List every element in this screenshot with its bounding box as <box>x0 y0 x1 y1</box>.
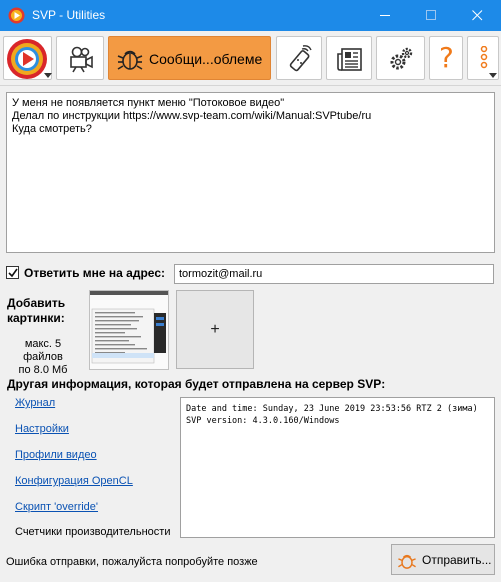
performance-counters-label: Счетчики производительности <box>15 526 171 538</box>
newspaper-icon <box>337 48 362 71</box>
remote-control-icon <box>289 45 312 72</box>
settings-button[interactable] <box>376 36 425 80</box>
link-log[interactable]: Журнал <box>15 397 55 409</box>
svp-app-icon <box>8 7 25 24</box>
add-images-label: Добавить картинки: <box>7 296 65 326</box>
tab-report-problem[interactable]: Сообщи...облеме <box>108 36 271 80</box>
bug-icon <box>117 50 143 70</box>
svp-menu-button[interactable] <box>3 36 52 80</box>
add-images-label-line: Добавить <box>7 296 66 310</box>
toolbar: Сообщи...облеме ? <box>0 31 501 86</box>
chevron-down-icon <box>44 73 52 78</box>
attached-screenshot-thumbnail[interactable] <box>89 290 169 370</box>
link-settings[interactable]: Настройки <box>15 423 69 435</box>
maximize-icon <box>426 10 436 20</box>
attachment-limit-line: по 8.0 Мб <box>18 364 68 376</box>
info-line: SVP version: 4.3.0.160/Windows <box>186 416 340 426</box>
bug-icon <box>398 554 416 569</box>
close-button[interactable] <box>455 0 501 31</box>
svp-logo-icon <box>7 39 47 79</box>
title-bar: SVP - Utilities <box>0 0 501 31</box>
other-info-heading: Другая информация, которая будет отправл… <box>7 377 386 391</box>
reply-checkbox[interactable] <box>6 266 19 279</box>
tab-report-problem-label: Сообщи...облеме <box>149 51 263 67</box>
minimize-icon <box>380 15 390 16</box>
status-message: Ошибка отправки, пожалуйста попробуйте п… <box>6 556 258 568</box>
chevron-down-icon <box>489 73 497 78</box>
message-line: У меня не появляется пункт меню "Потоков… <box>12 97 285 109</box>
attachment-limit-line: макс. 5 файлов <box>23 338 63 363</box>
camera-icon <box>70 46 93 73</box>
window-title: SVP - Utilities <box>32 8 106 22</box>
add-images-label-line: картинки: <box>7 311 65 325</box>
attachment-limit: макс. 5 файлов по 8.0 Мб <box>6 338 80 377</box>
video-button[interactable] <box>56 36 104 80</box>
checkmark-icon <box>8 268 18 278</box>
email-field[interactable] <box>174 264 494 284</box>
screenshot-image <box>90 291 168 369</box>
send-button[interactable]: Отправить... <box>391 544 495 575</box>
add-image-button[interactable]: + <box>176 290 254 369</box>
help-button[interactable]: ? <box>429 36 463 80</box>
more-icon <box>480 46 488 69</box>
utilities-window: SVP - Utilities Сообщи...облеме ? У меня… <box>0 0 501 582</box>
more-menu-button[interactable] <box>467 36 499 80</box>
maximize-button[interactable] <box>409 0 455 31</box>
link-opencl-config[interactable]: Конфигурация OpenCL <box>15 475 133 487</box>
link-video-profiles[interactable]: Профили видео <box>15 449 97 461</box>
message-line: Делал по инструкции https://www.svp-team… <box>12 110 372 122</box>
help-icon: ? <box>439 41 454 74</box>
news-button[interactable] <box>326 36 372 80</box>
info-preview[interactable]: Date and time: Sunday, 23 June 2019 23:5… <box>180 397 495 538</box>
reply-label[interactable]: Ответить мне на адрес: <box>24 266 165 280</box>
remote-control-button[interactable] <box>276 36 322 80</box>
gears-icon <box>390 47 413 70</box>
message-line: Куда смотреть? <box>12 123 92 135</box>
link-override-script[interactable]: Скрипт 'override' <box>15 501 98 513</box>
minimize-button[interactable] <box>363 0 409 31</box>
message-textarea[interactable]: У меня не появляется пункт меню "Потоков… <box>6 92 495 253</box>
send-button-label: Отправить... <box>422 553 492 567</box>
close-icon <box>472 10 483 21</box>
info-line: Date and time: Sunday, 23 June 2019 23:5… <box>186 404 478 414</box>
